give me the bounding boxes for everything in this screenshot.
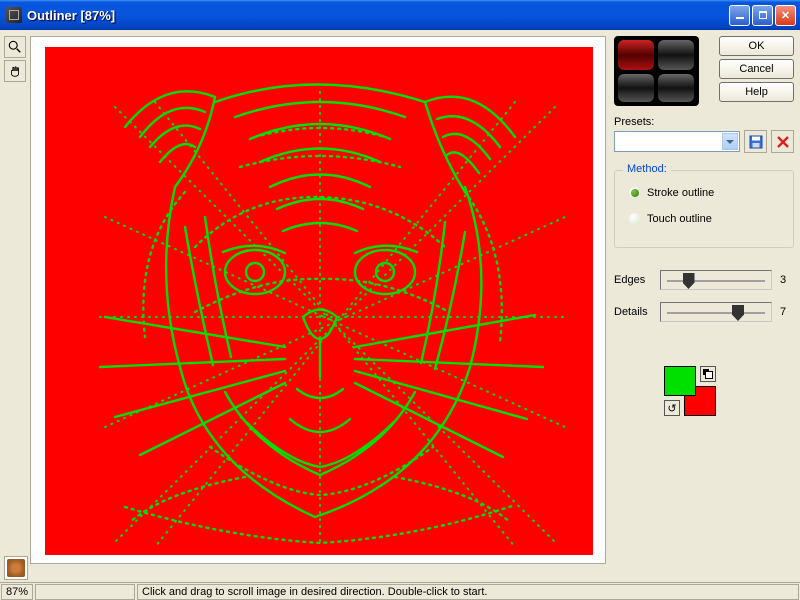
foreground-color[interactable] — [664, 366, 696, 396]
method-legend: Method: — [623, 163, 671, 175]
presets-combo[interactable] — [614, 131, 740, 152]
edges-value: 3 — [780, 274, 794, 286]
status-bar: 87% Click and drag to scroll image in de… — [0, 582, 800, 600]
stroke-outline-radio[interactable]: Stroke outline — [629, 187, 714, 199]
slider-thumb[interactable] — [732, 305, 744, 321]
status-zoom: 87% — [1, 584, 33, 600]
details-value: 7 — [780, 306, 794, 318]
preview-image — [45, 47, 593, 555]
chevron-down-icon[interactable] — [722, 133, 738, 150]
status-progress — [35, 584, 135, 600]
floppy-icon — [749, 135, 763, 149]
touch-outline-label: Touch outline — [647, 213, 712, 225]
tool-column — [4, 36, 26, 84]
close-button[interactable]: ✕ — [775, 5, 796, 26]
maximize-button[interactable] — [752, 5, 773, 26]
color-swatches: ↺ — [654, 366, 754, 430]
slider-thumb[interactable] — [683, 273, 695, 289]
help-button[interactable]: Help — [719, 82, 794, 102]
status-hint: Click and drag to scroll image in desire… — [137, 584, 799, 600]
radio-icon — [629, 187, 641, 199]
method-group: Method: Stroke outline Touch outline — [614, 170, 794, 248]
save-preset-button[interactable] — [744, 130, 767, 153]
original-thumbnail-button[interactable] — [4, 556, 28, 580]
thumbnail-icon — [7, 559, 25, 577]
swap-colors-button[interactable]: ↺ — [664, 400, 680, 416]
presets-label: Presets: — [614, 116, 654, 128]
ok-button[interactable]: OK — [719, 36, 794, 56]
stroke-outline-label: Stroke outline — [647, 187, 714, 199]
preview-panel[interactable] — [30, 36, 606, 564]
title-bar: Outliner [87%] ✕ — [0, 0, 800, 30]
x-icon — [777, 136, 789, 148]
hand-icon — [8, 64, 22, 78]
details-slider[interactable] — [660, 302, 772, 322]
details-label: Details — [614, 306, 652, 318]
plugin-logo — [614, 36, 699, 106]
radio-icon — [629, 213, 641, 225]
edges-slider[interactable] — [660, 270, 772, 290]
window-title: Outliner [87%] — [27, 8, 729, 23]
edges-label: Edges — [614, 274, 652, 286]
app-icon — [6, 7, 22, 23]
pan-tool[interactable] — [4, 60, 26, 82]
delete-preset-button[interactable] — [771, 130, 794, 153]
reset-colors-button[interactable] — [700, 366, 716, 382]
touch-outline-radio[interactable]: Touch outline — [629, 213, 712, 225]
cancel-button[interactable]: Cancel — [719, 59, 794, 79]
zoom-tool[interactable] — [4, 36, 26, 58]
minimize-button[interactable] — [729, 5, 750, 26]
magnifier-icon — [8, 40, 22, 54]
